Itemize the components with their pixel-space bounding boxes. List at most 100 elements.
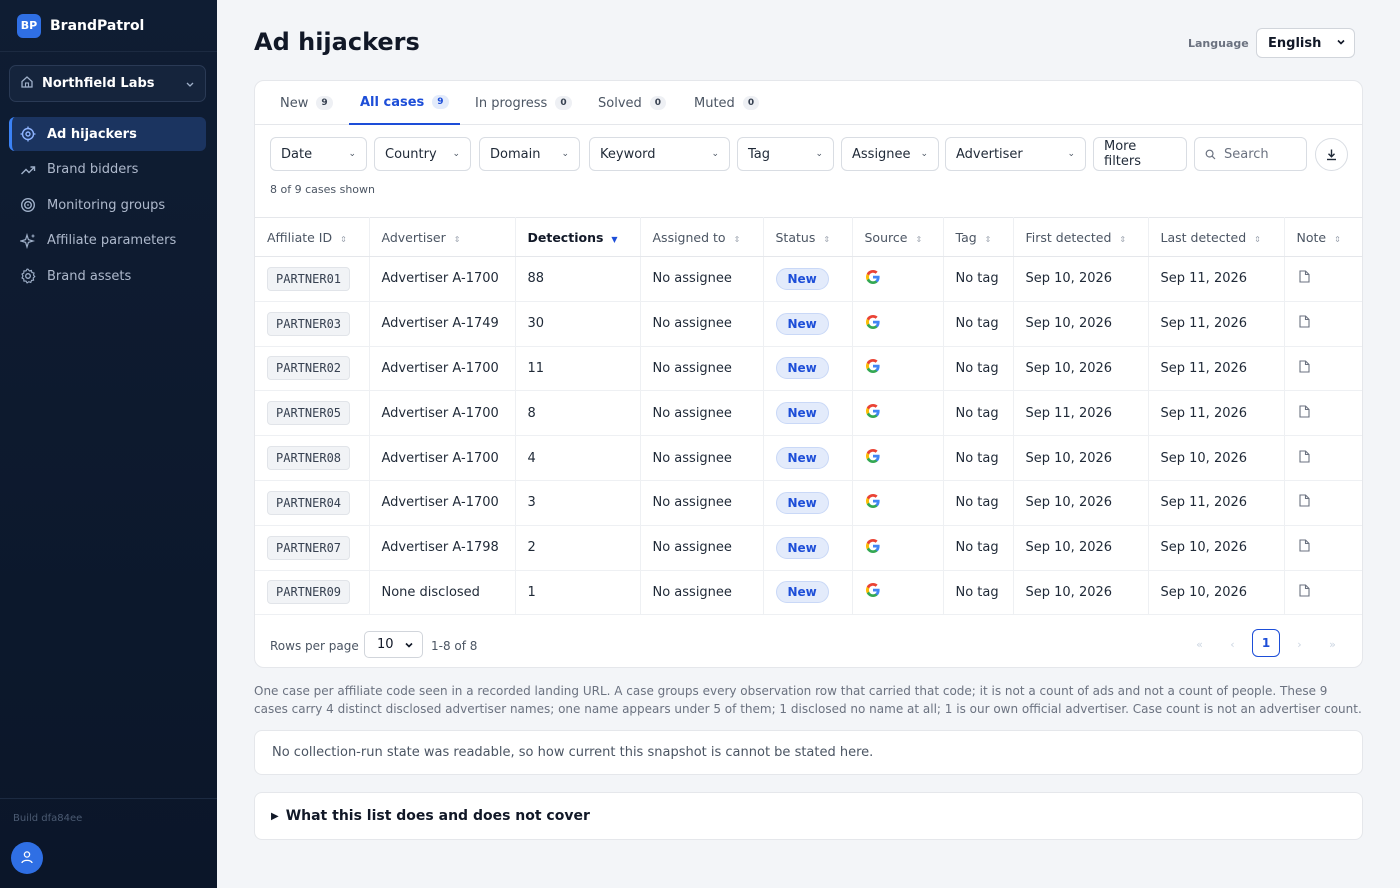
sidebar-item-brand-bidders[interactable]: Brand bidders [9,153,206,187]
note-icon[interactable] [1298,584,1310,597]
coverage-details-toggle[interactable]: ▶ What this list does and does not cover [254,792,1363,840]
cell-assigned-to[interactable]: No assignee [640,301,764,347]
language-select[interactable]: English [1256,28,1355,58]
column-header-assigned-to[interactable]: Assigned to ⇕ [640,217,764,257]
assignee-filter[interactable]: Assignee ⌄ [841,137,939,171]
table-row[interactable]: PARTNER08 Advertiser A-1700 4 No assignee Ne… [255,435,1362,481]
status-badge[interactable]: New [775,267,829,290]
affiliate-id-chip[interactable]: PARTNER04 [267,490,351,515]
status-badge[interactable]: New [775,536,829,559]
cell-assigned-to[interactable]: No assignee [640,346,764,392]
table-row[interactable]: PARTNER05 Advertiser A-1700 8 No assignee Ne… [255,390,1362,437]
cell-assigned-to[interactable]: No assignee [640,390,764,437]
keyword-filter[interactable]: Keyword ⌄ [589,137,730,171]
affiliate-id-chip[interactable]: PARTNER03 [267,311,351,336]
cell-tag[interactable]: No tag [943,570,1014,616]
affiliate-id-chip[interactable]: PARTNER09 [267,580,351,605]
page-button-current[interactable]: 1 [1252,629,1280,657]
tab-muted[interactable]: Muted 0 [683,81,770,125]
affiliate-id-chip[interactable]: PARTNER02 [267,356,351,381]
affiliate-id-chip[interactable]: PARTNER08 [267,446,351,471]
sidebar-item-affiliate-parameters[interactable]: Affiliate parameters [9,224,206,258]
cell-tag[interactable]: No tag [943,256,1014,302]
advertiser-filter[interactable]: Advertiser ⌄ [945,137,1086,171]
cell-tag[interactable]: No tag [943,301,1014,347]
affiliate-id-chip[interactable]: PARTNER05 [267,401,351,426]
status-badge[interactable]: New [775,491,829,514]
column-header-detections[interactable]: Detections ▼ [515,217,641,257]
date-filter[interactable]: Date ⌄ [270,137,367,171]
note-icon[interactable] [1298,405,1310,418]
sort-icon: ⇕ [1334,234,1341,244]
note-icon[interactable] [1298,270,1310,283]
download-button[interactable] [1315,138,1348,171]
cell-advertiser: Advertiser A-1700 [369,390,516,437]
google-icon [865,314,881,330]
column-header-status[interactable]: Status ⇕ [763,217,853,257]
tab-all-cases[interactable]: All cases 9 [349,81,460,125]
status-badge[interactable]: New [775,312,829,335]
affiliate-id-chip[interactable]: PARTNER01 [267,266,351,291]
status-badge[interactable]: New [775,447,829,470]
table-row[interactable]: PARTNER07 Advertiser A-1798 2 No assignee Ne… [255,525,1362,571]
table-row[interactable]: PARTNER03 Advertiser A-1749 30 No assignee N… [255,301,1362,347]
tab-in-progress[interactable]: In progress 0 [464,81,583,125]
sidebar-item-brand-assets[interactable]: Brand assets [9,259,206,293]
cell-assigned-to[interactable]: No assignee [640,480,764,526]
column-header-note[interactable]: Note ⇕ [1284,217,1362,257]
status-badge[interactable]: New [775,402,829,425]
note-icon[interactable] [1298,360,1310,373]
table-row[interactable]: PARTNER09 None disclosed 1 No assignee New No… [255,570,1362,616]
column-header-source[interactable]: Source ⇕ [852,217,944,257]
column-header-advertiser[interactable]: Advertiser ⇕ [369,217,516,257]
cell-source [852,346,944,392]
sidebar-item-ad-hijackers[interactable]: Ad hijackers [9,117,206,151]
column-header-affiliate-id[interactable]: Affiliate ID ⇕ [255,217,370,257]
column-header-tag[interactable]: Tag ⇕ [943,217,1014,257]
column-header-last-detected[interactable]: Last detected ⇕ [1148,217,1285,257]
note-icon[interactable] [1298,450,1310,463]
detections-count: 3 [527,495,536,511]
cell-tag[interactable]: No tag [943,480,1014,526]
cell-tag[interactable]: No tag [943,390,1014,437]
table-row[interactable]: PARTNER04 Advertiser A-1700 3 No assignee Ne… [255,480,1362,526]
last-page-button[interactable]: » [1319,631,1346,658]
cell-assigned-to[interactable]: No assignee [640,435,764,481]
cell-note [1284,480,1362,526]
org-switcher[interactable]: Northfield Labs [9,65,206,102]
note-icon[interactable] [1298,315,1310,328]
tag-filter[interactable]: Tag ⌄ [737,137,834,171]
cell-tag[interactable]: No tag [943,346,1014,392]
chevron-down-icon: ⌄ [711,149,719,159]
table-header-row: Affiliate ID ⇕ Advertiser ⇕ Detections ▼ As… [255,217,1362,257]
avatar[interactable] [11,842,43,874]
table-row[interactable]: PARTNER02 Advertiser A-1700 11 No assignee N… [255,346,1362,392]
note-icon[interactable] [1298,539,1310,552]
country-filter[interactable]: Country ⌄ [374,137,471,171]
affiliate-id-chip[interactable]: PARTNER07 [267,535,351,560]
domain-filter[interactable]: Domain ⌄ [479,137,580,171]
first-page-button[interactable]: « [1186,631,1213,658]
search-input[interactable]: Search [1194,137,1307,171]
cell-detections: 8 [515,390,641,437]
tab-new[interactable]: New 9 [269,81,344,125]
prev-page-button[interactable]: ‹ [1219,631,1246,658]
sort-icon: ⇕ [1119,234,1127,244]
cell-tag[interactable]: No tag [943,435,1014,481]
status-badge[interactable]: New [775,357,829,380]
status-badge[interactable]: New [775,581,829,604]
cell-assigned-to[interactable]: No assignee [640,570,764,616]
next-page-button[interactable]: › [1286,631,1313,658]
rows-per-page-select[interactable]: 10 [364,631,423,658]
table-row[interactable]: PARTNER01 Advertiser A-1700 88 No assignee N… [255,256,1362,302]
note-icon[interactable] [1298,494,1310,507]
cell-last-detected: Sep 11, 2026 [1148,346,1285,392]
column-header-first-detected[interactable]: First detected ⇕ [1013,217,1149,257]
sidebar-item-monitoring-groups[interactable]: Monitoring groups [9,188,206,222]
tab-solved[interactable]: Solved 0 [587,81,677,125]
more-filters-button[interactable]: More filters [1093,137,1187,171]
cell-tag[interactable]: No tag [943,525,1014,571]
cell-assigned-to[interactable]: No assignee [640,256,764,302]
cell-status: New [763,390,853,437]
cell-assigned-to[interactable]: No assignee [640,525,764,571]
